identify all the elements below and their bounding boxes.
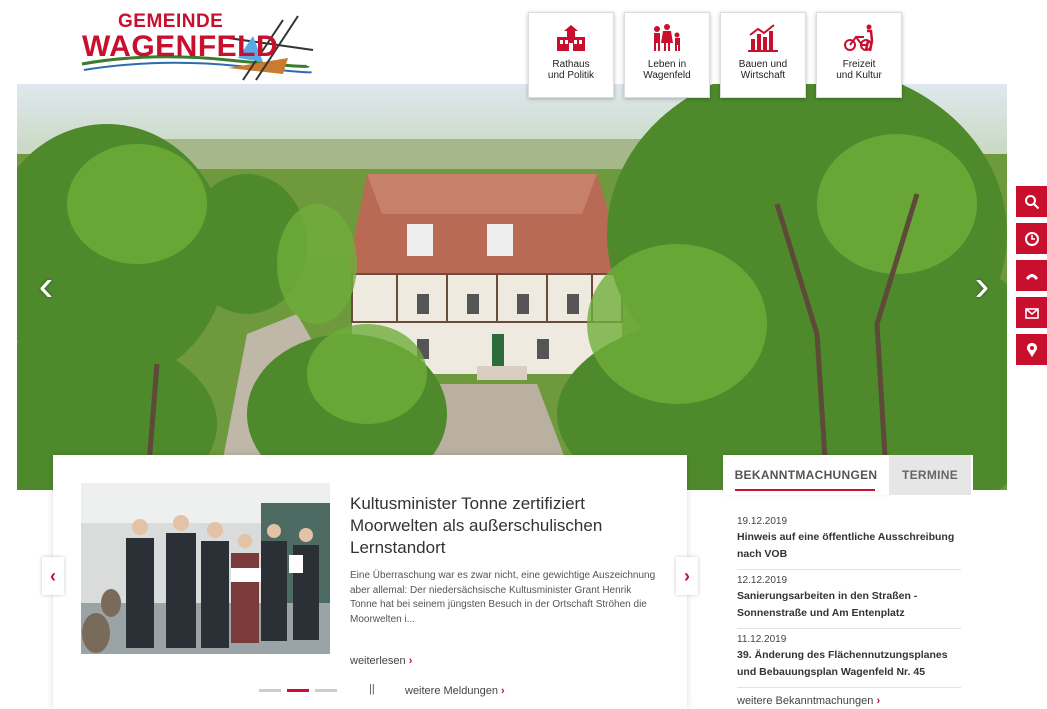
announcement-date: 12.12.2019 (737, 575, 788, 586)
nav-label: Bauen und Wirtschaft (738, 59, 788, 81)
contact-phone-button[interactable] (1016, 260, 1047, 291)
more-announcements-label: weitere Bekanntmachungen (737, 695, 874, 707)
contact-mail-button[interactable] (1016, 297, 1047, 328)
pause-slider-button[interactable]: || (369, 683, 375, 695)
hero-slider: ‹ › (17, 84, 1007, 490)
news-photo[interactable] (81, 483, 330, 654)
bar-chart-icon (748, 24, 778, 52)
slider-pagination (259, 689, 337, 692)
more-announcements-link[interactable]: weitere Bekanntmachungen › (737, 695, 880, 707)
cyclist-icon (844, 24, 874, 52)
read-more-label: weiterlesen (350, 655, 406, 667)
nav-freizeit-und-kultur[interactable]: Freizeit und Kultur (816, 12, 902, 98)
nav-rathaus-und-politik[interactable]: Rathaus und Politik (528, 12, 614, 98)
announcement-date: 19.12.2019 (737, 516, 788, 527)
nav-bauen-und-wirtschaft[interactable]: Bauen und Wirtschaft (720, 12, 806, 98)
tab-bekanntmachungen[interactable]: BEKANNTMACHUNGEN (723, 455, 889, 495)
tab-termine[interactable]: TERMINE (889, 455, 971, 495)
nav-label: Freizeit und Kultur (836, 59, 882, 81)
slider-dot[interactable] (259, 689, 281, 692)
announcement-title: 39. Änderung des Flächennutzungsplanes u… (737, 649, 948, 678)
announcement-title: Sanierungsarbeiten in den Straßen - Sonn… (737, 590, 918, 619)
family-icon (654, 24, 680, 51)
news-next-button[interactable]: › (676, 557, 698, 595)
news-teaser: Kultusminister Tonne zertifiziert Moorwe… (53, 455, 687, 709)
active-tab-indicator (735, 489, 875, 491)
site-logo[interactable]: GEMEINDE WAGENFELD (78, 8, 318, 84)
phone-icon (1025, 273, 1038, 280)
announcements-panel: BEKANNTMACHUNGEN TERMINE 19.12.2019 Hinw… (723, 455, 973, 709)
chevron-right-icon: › (876, 695, 881, 707)
slider-dot[interactable] (315, 689, 337, 692)
announcement-item[interactable]: 11.12.2019 39. Änderung des Flächennutzu… (737, 629, 961, 688)
hero-next-button[interactable]: › (967, 264, 997, 308)
location-button[interactable] (1016, 334, 1047, 365)
announcement-date: 11.12.2019 (737, 634, 787, 645)
news-photo-graphic (81, 483, 330, 654)
tab-label: BEKANNTMACHUNGEN (734, 468, 878, 482)
more-news-link[interactable]: weitere Meldungen › (405, 685, 505, 697)
search-icon (1024, 194, 1039, 209)
announcements-tabs: BEKANNTMACHUNGEN TERMINE (723, 455, 973, 495)
announcement-title: Hinweis auf eine öffentliche Ausschreibu… (737, 531, 955, 560)
nav-leben-in-wagenfeld[interactable]: Leben in Wagenfeld (624, 12, 710, 98)
nav-label: Leben in Wagenfeld (643, 59, 691, 81)
nav-label: Rathaus und Politik (547, 59, 595, 81)
announcement-item[interactable]: 19.12.2019 Hinweis auf eine öffentliche … (737, 511, 961, 570)
logo-text-wagenfeld: WAGENFELD (82, 30, 279, 63)
town-hall-icon (557, 25, 585, 51)
location-pin-icon (1026, 342, 1037, 357)
mail-icon (1024, 307, 1039, 319)
hero-image (17, 84, 1007, 490)
hero-prev-button[interactable]: ‹ (31, 264, 61, 308)
announcements-list: 19.12.2019 Hinweis auf eine öffentliche … (737, 511, 961, 688)
side-toolbar (1016, 186, 1047, 365)
clock-icon (1024, 231, 1039, 246)
slider-dot[interactable] (287, 689, 309, 692)
search-button[interactable] (1016, 186, 1047, 217)
news-prev-button[interactable]: ‹ (42, 557, 64, 595)
opening-hours-button[interactable] (1016, 223, 1047, 254)
announcement-item[interactable]: 12.12.2019 Sanierungsarbeiten in den Str… (737, 570, 961, 629)
chevron-right-icon: › (501, 685, 505, 697)
news-read-more-link[interactable]: weiterlesen › (350, 655, 412, 667)
main-navigation: Rathaus und Politik Leben in Wagenfeld B… (528, 12, 902, 98)
page: GEMEINDE WAGENFELD Rathaus und Politik L… (0, 0, 1047, 709)
news-title[interactable]: Kultusminister Tonne zertifiziert Moorwe… (350, 493, 650, 559)
chevron-right-icon: › (408, 655, 413, 667)
news-excerpt: Eine Überraschung war es zwar nicht, ein… (350, 570, 656, 625)
more-news-label: weitere Meldungen (405, 685, 498, 697)
